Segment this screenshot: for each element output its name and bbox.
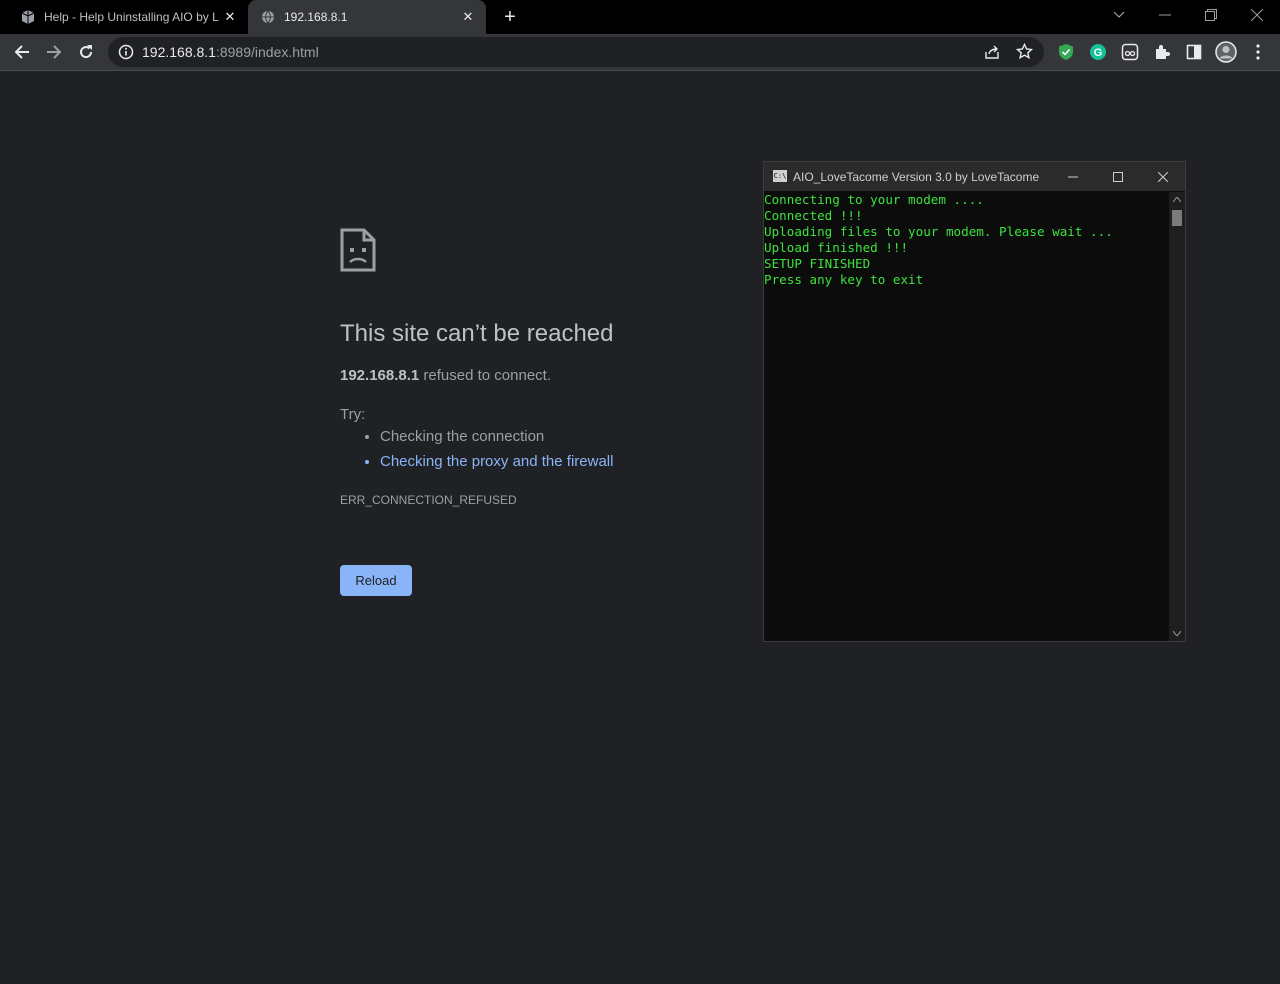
console-titlebar[interactable]: C:\ AIO_LoveTacome Version 3.0 by LoveTa… [764,162,1185,191]
info-icon[interactable] [118,44,134,65]
error-description-suffix: refused to connect. [419,367,551,384]
reload-button[interactable]: Reload [340,565,412,596]
restore-icon[interactable] [1188,0,1234,30]
profile-avatar[interactable] [1212,38,1240,66]
tab-close-icon[interactable]: ✕ [460,9,476,25]
back-arrow-icon[interactable] [8,38,36,66]
try-label: Try: [340,406,366,423]
scroll-up-icon[interactable] [1173,197,1181,202]
console-minimize-icon[interactable] [1050,162,1095,191]
address-bar[interactable]: 192.168.8.1:8989/index.html [108,37,1044,67]
suggestion-list: Checking the connection Checking the pro… [340,428,613,478]
error-content: This site can’t be reached 192.168.8.1 r… [340,228,670,507]
extensions-puzzle-icon[interactable] [1148,38,1176,66]
console-line: Press any key to exit [764,272,924,287]
tab-help-uninstalling[interactable]: Help - Help Uninstalling AIO by L ✕ [0,0,248,34]
side-panel-icon[interactable] [1180,38,1208,66]
browser-toolbar: 192.168.8.1:8989/index.html G [0,34,1280,71]
suggestion-proxy-firewall-link[interactable]: Checking the proxy and the firewall [380,453,613,470]
tab-close-icon[interactable]: ✕ [222,9,238,25]
error-host: 192.168.8.1 [340,367,420,384]
console-maximize-icon[interactable] [1095,162,1140,191]
error-code: ERR_CONNECTION_REFUSED [340,493,517,507]
close-window-icon[interactable] [1234,0,1280,30]
sad-page-icon [340,228,376,272]
minimize-icon[interactable] [1142,0,1188,30]
forward-arrow-icon[interactable] [40,38,68,66]
reload-icon[interactable] [72,38,100,66]
shield-extension-icon[interactable] [1052,38,1080,66]
suggestion-check-connection: Checking the connection [380,428,613,445]
console-title: AIO_LoveTacome Version 3.0 by LoveTacome [793,170,1040,184]
menu-kebab-icon[interactable] [1244,38,1272,66]
console-scroll-thumb[interactable] [1172,210,1182,226]
scroll-down-icon[interactable] [1173,631,1181,636]
console-line: Connecting to your modem .... [764,192,984,207]
error-heading: This site can’t be reached [340,320,614,347]
star-icon[interactable] [1015,42,1034,65]
error-description: 192.168.8.1 refused to connect. [340,367,551,384]
url-path: :8989/index.html [215,44,319,60]
console-output[interactable]: Connecting to your modem .... Connected … [764,192,1169,641]
console-scrollbar[interactable] [1169,192,1185,641]
globe-icon [260,9,276,25]
console-line: SETUP FINISHED [764,256,871,271]
console-line: Uploading files to your modem. Please wa… [764,224,1113,239]
tab-192-168-8-1[interactable]: 192.168.8.1 ✕ [248,0,486,34]
tab-title: 192.168.8.1 [284,10,348,24]
console-window[interactable]: C:\ AIO_LoveTacome Version 3.0 by LoveTa… [763,161,1186,642]
console-line: Upload finished !!! [764,240,909,255]
read-mode-extension-icon[interactable] [1116,38,1144,66]
console-line: Connected !!! [764,208,863,223]
cube-favicon-icon [20,9,36,25]
console-app-icon: C:\ [773,170,787,182]
tab-title: Help - Help Uninstalling AIO by L [44,10,219,24]
share-icon[interactable] [984,44,1000,65]
svg-text:G: G [1094,47,1103,59]
console-close-icon[interactable] [1140,162,1185,191]
url-text[interactable]: 192.168.8.1:8989/index.html [142,44,319,60]
grammarly-icon[interactable]: G [1084,38,1112,66]
tab-strip: Help - Help Uninstalling AIO by L ✕ 192.… [0,0,1280,34]
tab-search-chevron-icon[interactable] [1096,0,1142,30]
new-tab-button[interactable]: + [498,5,522,29]
url-host: 192.168.8.1 [142,44,216,60]
